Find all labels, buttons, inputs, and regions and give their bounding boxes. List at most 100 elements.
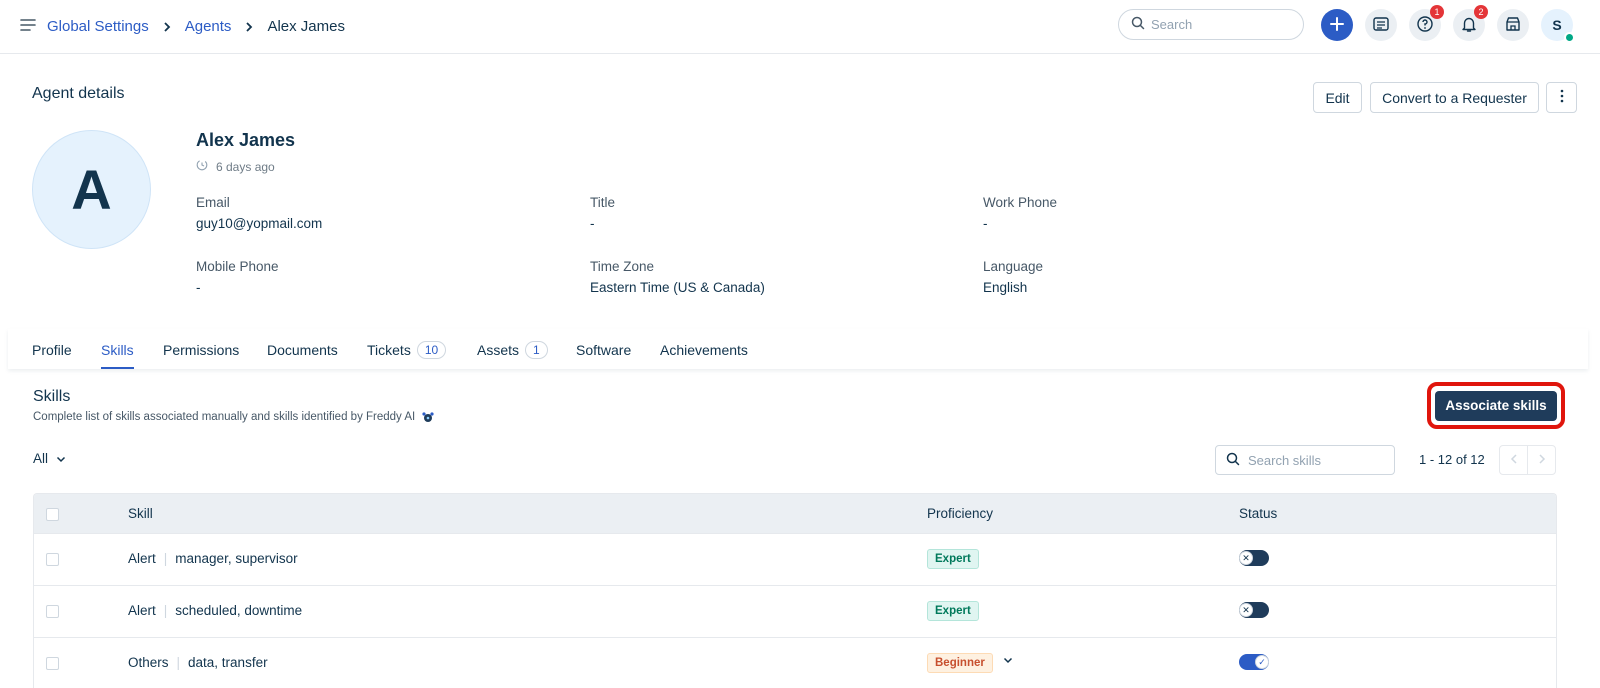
plus-icon bbox=[1329, 16, 1345, 35]
work-phone-value: - bbox=[983, 216, 988, 231]
breadcrumb-agents[interactable]: Agents bbox=[185, 18, 232, 35]
row-checkbox[interactable] bbox=[46, 605, 59, 618]
table-header: Skill Proficiency Status bbox=[34, 494, 1556, 533]
skills-section-title: Skills bbox=[33, 388, 71, 405]
search-icon bbox=[1226, 452, 1240, 469]
tab-permissions[interactable]: Permissions bbox=[163, 338, 239, 362]
assets-count-badge: 1 bbox=[525, 341, 548, 359]
chevron-down-icon bbox=[56, 455, 66, 463]
mobile-phone-label: Mobile Phone bbox=[196, 259, 279, 274]
skill-cell: Others | data, transfer bbox=[128, 655, 268, 670]
separator: | bbox=[163, 551, 168, 566]
freddy-ai-icon bbox=[421, 411, 435, 423]
tab-tickets[interactable]: Tickets 10 bbox=[367, 338, 447, 362]
tab-documents-label: Documents bbox=[267, 342, 338, 358]
tab-profile[interactable]: Profile bbox=[32, 338, 72, 362]
title-value: - bbox=[590, 216, 595, 231]
tab-assets-label: Assets bbox=[477, 342, 520, 358]
breadcrumb: Global Settings Agents Alex James bbox=[47, 18, 345, 35]
tab-skills-label: Skills bbox=[101, 342, 134, 358]
title-label: Title bbox=[590, 195, 616, 210]
skills-filter-value: All bbox=[33, 451, 49, 466]
toggle-off-icon: ✕ bbox=[1239, 551, 1253, 565]
agent-details-title: Agent details bbox=[32, 85, 125, 102]
global-search[interactable] bbox=[1118, 9, 1304, 40]
associate-skills-button[interactable]: Associate skills bbox=[1435, 390, 1557, 421]
store-icon bbox=[1504, 15, 1522, 36]
proficiency-badge: Expert bbox=[927, 549, 979, 569]
separator: | bbox=[163, 603, 168, 618]
skill-tags: scheduled, downtime bbox=[175, 603, 303, 618]
breadcrumb-current: Alex James bbox=[267, 18, 345, 35]
store-button[interactable] bbox=[1497, 9, 1529, 41]
select-all-checkbox[interactable] bbox=[46, 508, 59, 521]
convert-to-requester-button[interactable]: Convert to a Requester bbox=[1370, 82, 1539, 113]
skill-tags: manager, supervisor bbox=[175, 551, 298, 566]
proficiency-badge: Expert bbox=[927, 601, 979, 621]
online-status-dot bbox=[1564, 32, 1575, 43]
skill-name: Alert bbox=[128, 551, 156, 566]
help-badge: 1 bbox=[1430, 5, 1444, 19]
email-value: guy10@yopmail.com bbox=[196, 216, 323, 231]
global-search-input[interactable] bbox=[1151, 17, 1291, 32]
ticket-list-icon bbox=[1372, 15, 1390, 36]
edit-button[interactable]: Edit bbox=[1313, 82, 1362, 113]
language-value: English bbox=[983, 280, 1028, 295]
notifications-badge: 2 bbox=[1474, 5, 1488, 19]
skill-name: Others bbox=[128, 655, 169, 670]
agent-name: Alex James bbox=[196, 130, 296, 150]
proficiency-badge: Beginner bbox=[927, 653, 993, 673]
tab-documents[interactable]: Documents bbox=[267, 338, 338, 362]
mobile-phone-value: - bbox=[196, 280, 201, 295]
new-button[interactable] bbox=[1321, 9, 1353, 41]
separator: | bbox=[176, 655, 181, 670]
email-label: Email bbox=[196, 195, 230, 210]
next-page-button[interactable] bbox=[1527, 445, 1556, 475]
language-label: Language bbox=[983, 259, 1044, 274]
work-phone-label: Work Phone bbox=[983, 195, 1058, 210]
skills-search-input[interactable] bbox=[1248, 452, 1388, 468]
chevron-right-icon bbox=[1538, 452, 1546, 468]
tab-software-label: Software bbox=[576, 342, 632, 358]
status-toggle[interactable]: ✕ bbox=[1239, 602, 1269, 618]
more-options-button[interactable] bbox=[1546, 82, 1577, 113]
ticket-list-button[interactable] bbox=[1365, 9, 1397, 41]
more-vertical-icon bbox=[1560, 89, 1564, 106]
help-button[interactable]: 1 bbox=[1409, 5, 1444, 41]
toggle-on-check-icon: ✓ bbox=[1255, 655, 1269, 669]
status-toggle[interactable]: ✕ bbox=[1239, 550, 1269, 566]
status-toggle[interactable]: ✓ bbox=[1239, 654, 1269, 670]
row-checkbox[interactable] bbox=[46, 657, 59, 670]
skill-cell: Alert | manager, supervisor bbox=[128, 551, 298, 566]
notifications-button[interactable]: 2 bbox=[1453, 5, 1488, 41]
skills-search[interactable] bbox=[1215, 445, 1395, 475]
table-row: Others | data, transfer Beginner ✓ bbox=[34, 637, 1556, 688]
skills-filter-dropdown[interactable]: All bbox=[33, 451, 66, 466]
chevron-right-icon bbox=[244, 21, 254, 33]
proficiency-dropdown-chevron-icon[interactable] bbox=[1003, 656, 1013, 664]
menu-icon[interactable] bbox=[18, 15, 38, 35]
toggle-off-icon: ✕ bbox=[1239, 603, 1253, 617]
last-active-text: 6 days ago bbox=[216, 159, 275, 174]
tab-assets[interactable]: Assets 1 bbox=[477, 338, 548, 362]
pagination-info: 1 - 12 of 12 bbox=[1419, 452, 1485, 467]
breadcrumb-global-settings[interactable]: Global Settings bbox=[47, 18, 149, 35]
last-active: 6 days ago bbox=[196, 159, 275, 174]
table-row: Alert | scheduled, downtime Expert ✕ bbox=[34, 585, 1556, 637]
tab-achievements[interactable]: Achievements bbox=[660, 338, 748, 362]
tickets-count-badge: 10 bbox=[416, 341, 447, 359]
skill-tags: data, transfer bbox=[188, 655, 268, 670]
user-avatar[interactable]: S bbox=[1541, 9, 1575, 43]
tab-permissions-label: Permissions bbox=[163, 342, 240, 358]
row-checkbox[interactable] bbox=[46, 553, 59, 566]
skills-subtitle-text: Complete list of skills associated manua… bbox=[33, 411, 416, 423]
tab-software[interactable]: Software bbox=[576, 338, 631, 362]
tab-skills[interactable]: Skills bbox=[101, 338, 134, 362]
agent-tabs: Profile Skills Permissions Documents Tic… bbox=[8, 329, 1588, 369]
previous-page-button[interactable] bbox=[1499, 445, 1528, 475]
time-zone-label: Time Zone bbox=[590, 259, 655, 274]
agent-avatar: A bbox=[32, 130, 151, 249]
skill-name: Alert bbox=[128, 603, 156, 618]
skills-table: Skill Proficiency Status Alert | manager… bbox=[33, 493, 1557, 688]
column-header-proficiency: Proficiency bbox=[927, 506, 994, 521]
